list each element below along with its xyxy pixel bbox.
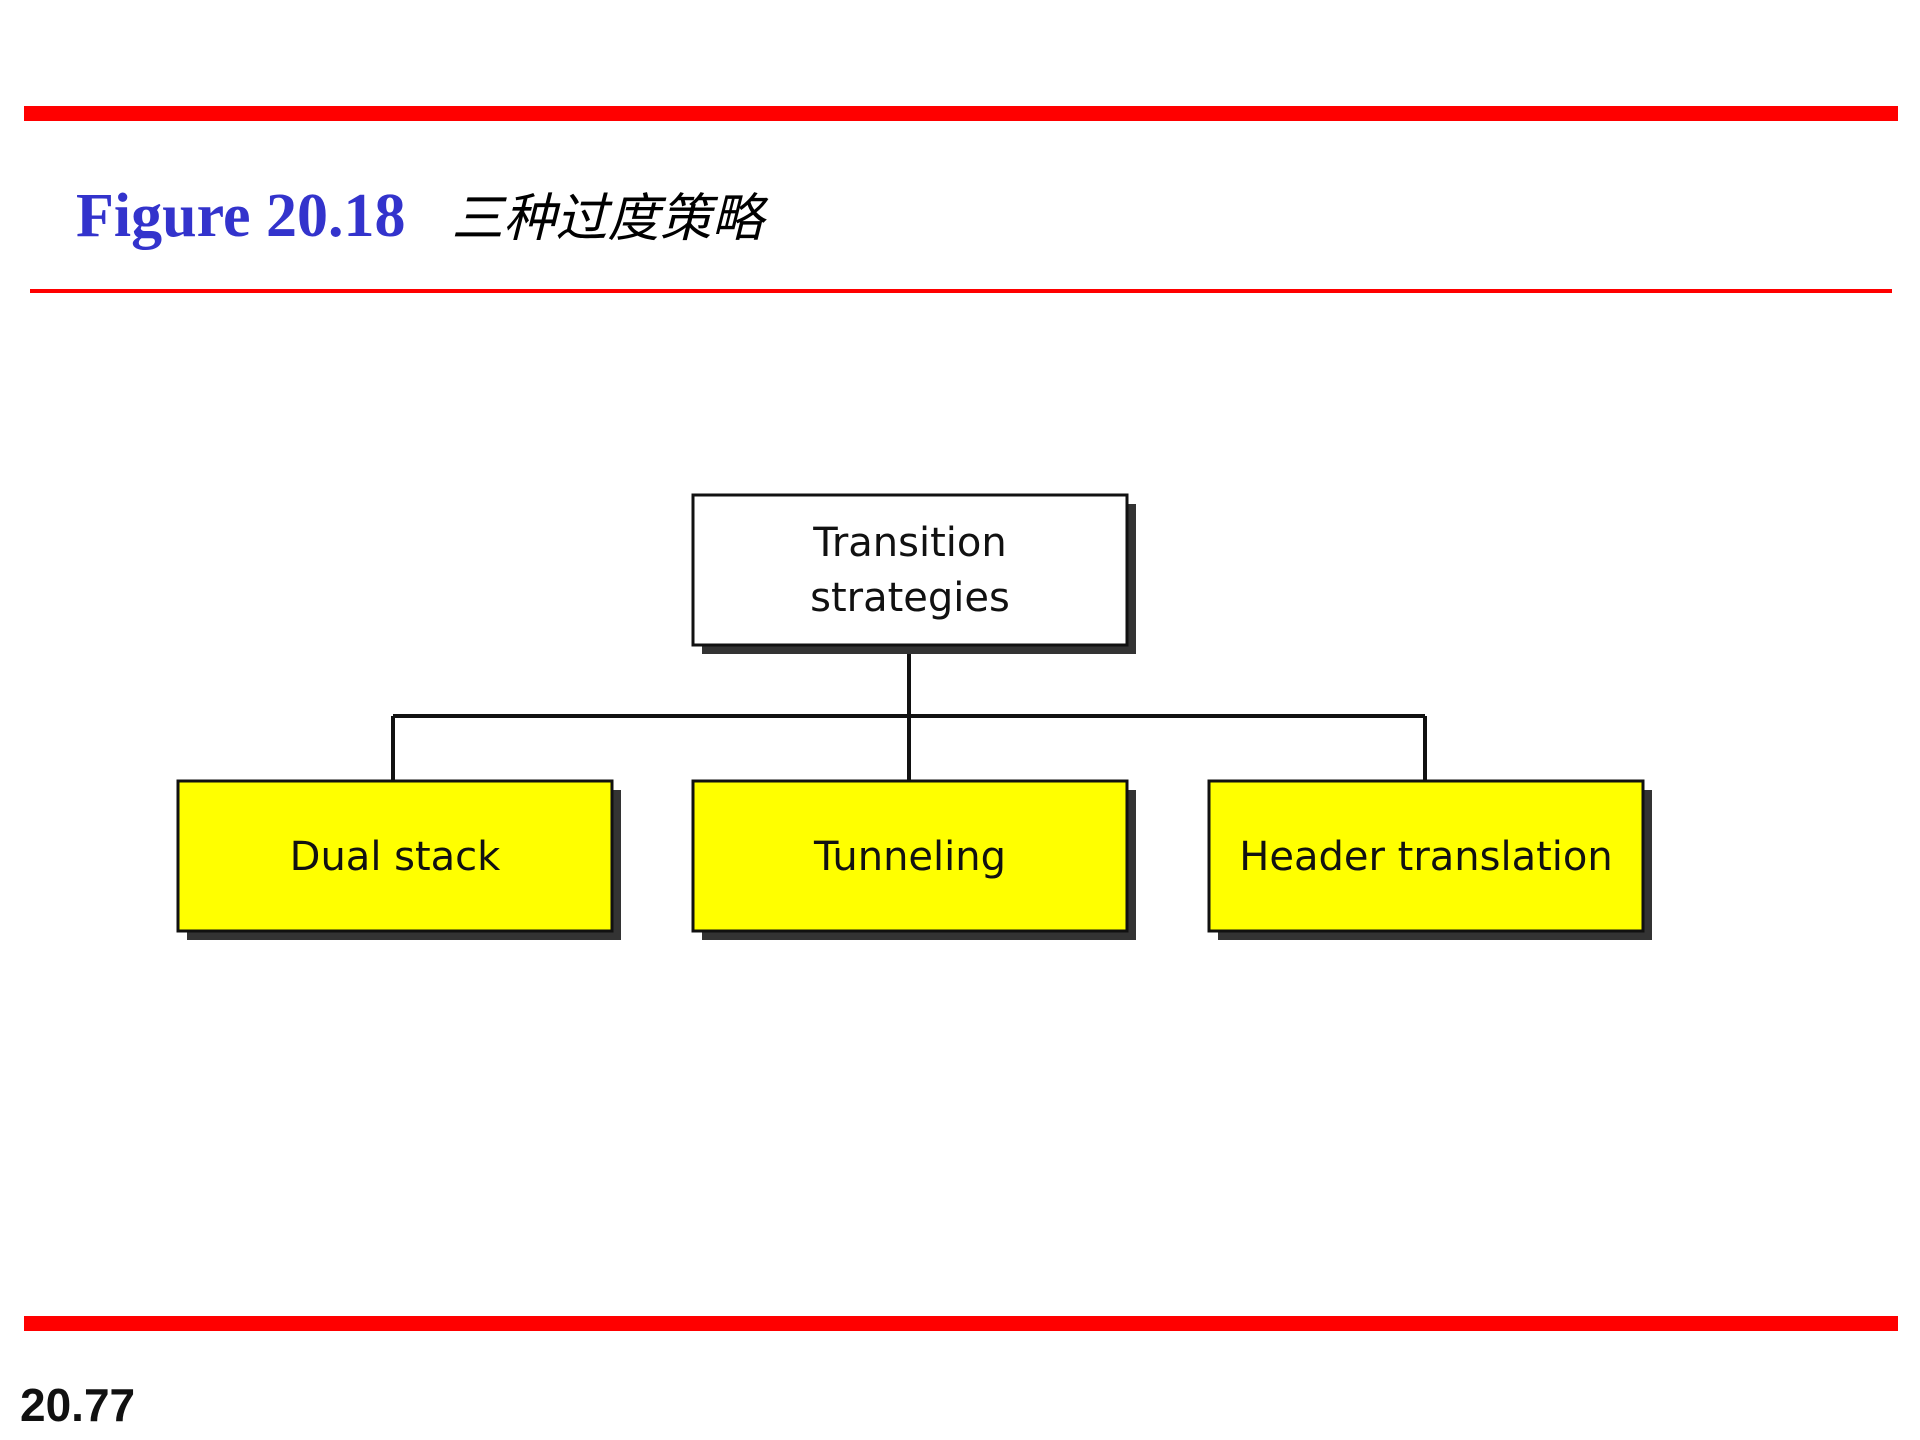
- transition-strategies-diagram: Transition strategies Dual stack Tunneli…: [176, 493, 1652, 940]
- root-node-box: [691, 493, 1129, 647]
- root-node-label-line-1: Transition: [812, 520, 1006, 566]
- child-node-label-dual-stack: Dual stack: [290, 834, 502, 880]
- connector-lines: [391, 646, 1427, 781]
- child-node-dual-stack: Dual stack: [176, 779, 621, 940]
- bottom-rule: [24, 1316, 1898, 1331]
- root-node: Transition strategies: [691, 493, 1136, 654]
- child-node-label-header-translation: Header translation: [1239, 834, 1612, 880]
- child-node-header-translation: Header translation: [1207, 779, 1652, 940]
- root-node-label-line-2: strategies: [810, 575, 1010, 621]
- child-node-tunneling: Tunneling: [691, 779, 1136, 940]
- child-node-label-tunneling: Tunneling: [813, 834, 1006, 880]
- page-number: 20.77: [20, 1379, 136, 1431]
